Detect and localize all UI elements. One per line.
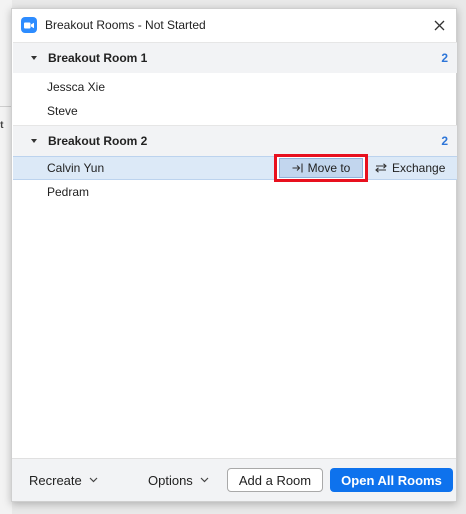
- collapse-caret-icon[interactable]: [31, 139, 37, 143]
- room-count: 2: [441, 51, 448, 65]
- room-header-2[interactable]: Breakout Room 2 2: [13, 125, 457, 156]
- move-to-button[interactable]: Move to: [279, 158, 363, 178]
- recreate-dropdown[interactable]: Recreate: [29, 473, 98, 488]
- move-to-label: Move to: [307, 161, 351, 175]
- participant-row[interactable]: Pedram: [13, 180, 457, 204]
- participant-name: Calvin Yun: [47, 161, 105, 175]
- room-header-1[interactable]: Breakout Room 1 2: [13, 42, 457, 73]
- participant-name: Jessca Xie: [47, 80, 106, 94]
- room-name: Breakout Room 2: [48, 134, 148, 148]
- participant-name: Pedram: [47, 185, 90, 199]
- collapse-caret-icon[interactable]: [31, 56, 37, 60]
- footer-bar: Recreate Options Add a Room Open All Roo…: [12, 458, 456, 501]
- annotation-highlight-box: Move to: [274, 154, 368, 182]
- row-actions: Move to Exchange: [274, 154, 445, 182]
- exchange-button[interactable]: Exchange: [375, 161, 445, 175]
- zoom-camera-icon: [21, 17, 37, 33]
- exchange-label: Exchange: [392, 161, 446, 175]
- participant-row[interactable]: Steve: [13, 99, 457, 123]
- chevron-down-icon: [89, 477, 98, 483]
- room-name: Breakout Room 1: [48, 51, 148, 65]
- window-title: Breakout Rooms - Not Started: [45, 18, 206, 32]
- breakout-rooms-window: Breakout Rooms - Not Started Breakout Ro…: [11, 8, 457, 502]
- close-button[interactable]: [430, 16, 448, 34]
- options-dropdown[interactable]: Options: [148, 473, 209, 488]
- recreate-label: Recreate: [29, 472, 82, 488]
- room-count: 2: [441, 134, 448, 148]
- exchange-icon: [375, 163, 387, 173]
- title-bar: Breakout Rooms - Not Started: [12, 9, 456, 41]
- chevron-down-icon: [200, 477, 209, 483]
- move-to-icon: [292, 163, 303, 173]
- participant-name: Steve: [47, 104, 78, 118]
- close-icon: [434, 20, 444, 30]
- participant-row[interactable]: Jessca Xie: [13, 75, 457, 99]
- add-room-button[interactable]: Add a Room: [227, 468, 323, 492]
- options-label: Options: [148, 472, 193, 488]
- rooms-list: Breakout Room 1 2 Jessca Xie Steve Break…: [13, 42, 457, 204]
- open-all-rooms-button[interactable]: Open All Rooms: [330, 468, 453, 492]
- participant-row-selected[interactable]: Calvin Yun Move to Exchange: [13, 154, 457, 182]
